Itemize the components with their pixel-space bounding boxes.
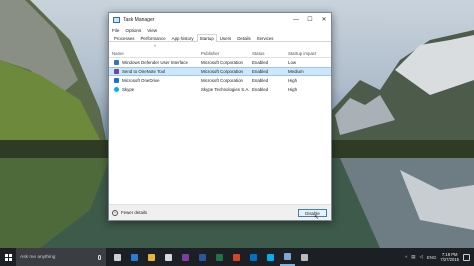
taskbar-button-excel[interactable] bbox=[212, 248, 227, 266]
row-impact: High bbox=[288, 78, 298, 83]
table-row-selected[interactable]: Send to OneNote Tool Microsoft Corporati… bbox=[109, 67, 331, 76]
task-manager-icon bbox=[284, 252, 291, 260]
taskbar-button-task-view[interactable] bbox=[110, 248, 125, 266]
menu-bar: File Options View bbox=[109, 26, 331, 34]
clock[interactable]: 7:18 PM 7/27/2015 bbox=[440, 252, 459, 262]
powerpoint-icon bbox=[233, 253, 240, 261]
table-header: Name Publisher Status Startup impact bbox=[109, 50, 331, 58]
excel-icon bbox=[216, 253, 223, 261]
tab-services[interactable]: Services bbox=[254, 34, 277, 41]
table-row[interactable]: Skype Skype Technologies S.A. Enabled Hi… bbox=[109, 85, 331, 94]
column-header-impact[interactable]: Startup impact bbox=[288, 51, 328, 56]
chevron-up-icon[interactable]: ^ bbox=[405, 255, 407, 260]
tab-performance[interactable]: Performance bbox=[138, 34, 169, 41]
taskbar-button-powerpoint[interactable] bbox=[229, 248, 244, 266]
volume-icon[interactable]: ◁ bbox=[419, 254, 422, 260]
task-manager-icon bbox=[113, 16, 120, 23]
menu-options[interactable]: Options bbox=[125, 28, 141, 33]
column-header-name[interactable]: Name bbox=[109, 51, 201, 56]
clock-date: 7/27/2015 bbox=[440, 257, 459, 262]
taskbar-button-settings[interactable] bbox=[297, 248, 312, 266]
row-status: Enabled bbox=[252, 60, 269, 65]
row-publisher: Microsoft Corporation bbox=[201, 60, 243, 65]
column-header-publisher[interactable]: Publisher bbox=[201, 51, 252, 56]
task-view-icon bbox=[114, 253, 121, 261]
taskbar-button-word[interactable] bbox=[195, 248, 210, 266]
menu-view[interactable]: View bbox=[147, 28, 157, 33]
tab-details[interactable]: Details bbox=[234, 34, 253, 41]
row-name: Skype bbox=[122, 87, 135, 92]
microphone-icon[interactable] bbox=[98, 254, 101, 260]
onenote-icon bbox=[182, 253, 189, 261]
skype-icon bbox=[114, 87, 119, 92]
tab-processes[interactable]: Processes bbox=[111, 34, 138, 41]
search-placeholder: Ask me anything bbox=[20, 254, 56, 260]
row-status: Enabled bbox=[252, 69, 269, 74]
network-icon[interactable]: ▤ bbox=[411, 254, 415, 260]
row-impact: Medium bbox=[288, 69, 304, 74]
taskbar-button-file-explorer[interactable] bbox=[144, 248, 159, 266]
menu-file[interactable]: File bbox=[112, 28, 119, 33]
table-row[interactable]: Microsoft OneDrive Microsoft Corporation… bbox=[109, 76, 331, 85]
row-publisher: Skype Technologies S.A. bbox=[201, 87, 250, 92]
word-icon bbox=[199, 253, 206, 261]
row-name: Windows Defender User Interface bbox=[122, 60, 188, 65]
edge-icon bbox=[131, 253, 138, 261]
fewer-details-label: Fewer details bbox=[121, 210, 148, 215]
onedrive-icon bbox=[114, 78, 119, 83]
table-row[interactable]: Windows Defender User Interface Microsof… bbox=[109, 58, 331, 67]
taskbar-button-task-manager[interactable] bbox=[280, 248, 295, 266]
search-box[interactable]: Ask me anything bbox=[16, 248, 106, 266]
window-footer: ^ Fewer details Disable ↖ bbox=[109, 204, 331, 221]
language-indicator[interactable]: ENG bbox=[427, 255, 437, 260]
row-name: Send to OneNote Tool bbox=[122, 69, 166, 74]
taskbar: Ask me anything ^ ▤ ◁ ENG 7:18 PM 7/27/2… bbox=[0, 248, 474, 266]
column-header-status[interactable]: Status bbox=[252, 51, 288, 56]
row-publisher: Microsoft Corporation bbox=[201, 69, 243, 74]
row-status: Enabled bbox=[252, 87, 269, 92]
minimize-button[interactable]: — bbox=[289, 13, 303, 26]
maximize-button[interactable]: ☐ bbox=[303, 13, 317, 26]
row-status: Enabled bbox=[252, 78, 269, 83]
sort-arrow-icon: ^ bbox=[154, 44, 157, 49]
taskbar-apps bbox=[110, 248, 312, 266]
file-explorer-icon bbox=[148, 253, 155, 261]
taskbar-button-edge[interactable] bbox=[127, 248, 142, 266]
taskbar-button-outlook[interactable] bbox=[246, 248, 261, 266]
start-button[interactable] bbox=[0, 248, 16, 266]
chevron-up-icon: ^ bbox=[112, 209, 118, 216]
row-impact: High bbox=[288, 87, 298, 92]
store-icon bbox=[165, 253, 172, 261]
startup-table: ^ Name Publisher Status Startup impact W… bbox=[109, 44, 331, 204]
disable-button[interactable]: Disable bbox=[298, 209, 327, 217]
defender-icon bbox=[114, 60, 119, 65]
settings-icon bbox=[301, 253, 308, 261]
onenote-icon bbox=[114, 69, 119, 74]
row-publisher: Microsoft Corporation bbox=[201, 78, 243, 83]
taskbar-button-onenote[interactable] bbox=[178, 248, 193, 266]
tab-strip: Processes Performance App history Startu… bbox=[109, 34, 331, 42]
tab-users[interactable]: Users bbox=[217, 34, 234, 41]
windows-logo-icon bbox=[4, 253, 12, 261]
mouse-cursor-icon: ↖ bbox=[313, 215, 319, 221]
outlook-icon bbox=[250, 253, 257, 261]
taskbar-button-skype[interactable] bbox=[263, 248, 278, 266]
taskbar-button-store[interactable] bbox=[161, 248, 176, 266]
window-title: Task Manager bbox=[123, 16, 155, 23]
tab-app-history[interactable]: App history bbox=[169, 34, 197, 41]
skype-icon bbox=[267, 253, 274, 261]
system-tray: ^ ▤ ◁ ENG 7:18 PM 7/27/2015 bbox=[405, 252, 474, 262]
row-impact: Low bbox=[288, 60, 297, 65]
task-manager-window: Task Manager — ☐ ✕ File Options View Pro… bbox=[108, 12, 332, 221]
tab-startup[interactable]: Startup bbox=[196, 34, 217, 42]
action-center-icon[interactable] bbox=[463, 253, 470, 261]
title-bar[interactable]: Task Manager — ☐ ✕ bbox=[109, 13, 331, 26]
close-button[interactable]: ✕ bbox=[317, 13, 331, 26]
fewer-details-link[interactable]: ^ Fewer details bbox=[112, 209, 148, 216]
row-name: Microsoft OneDrive bbox=[122, 78, 160, 83]
